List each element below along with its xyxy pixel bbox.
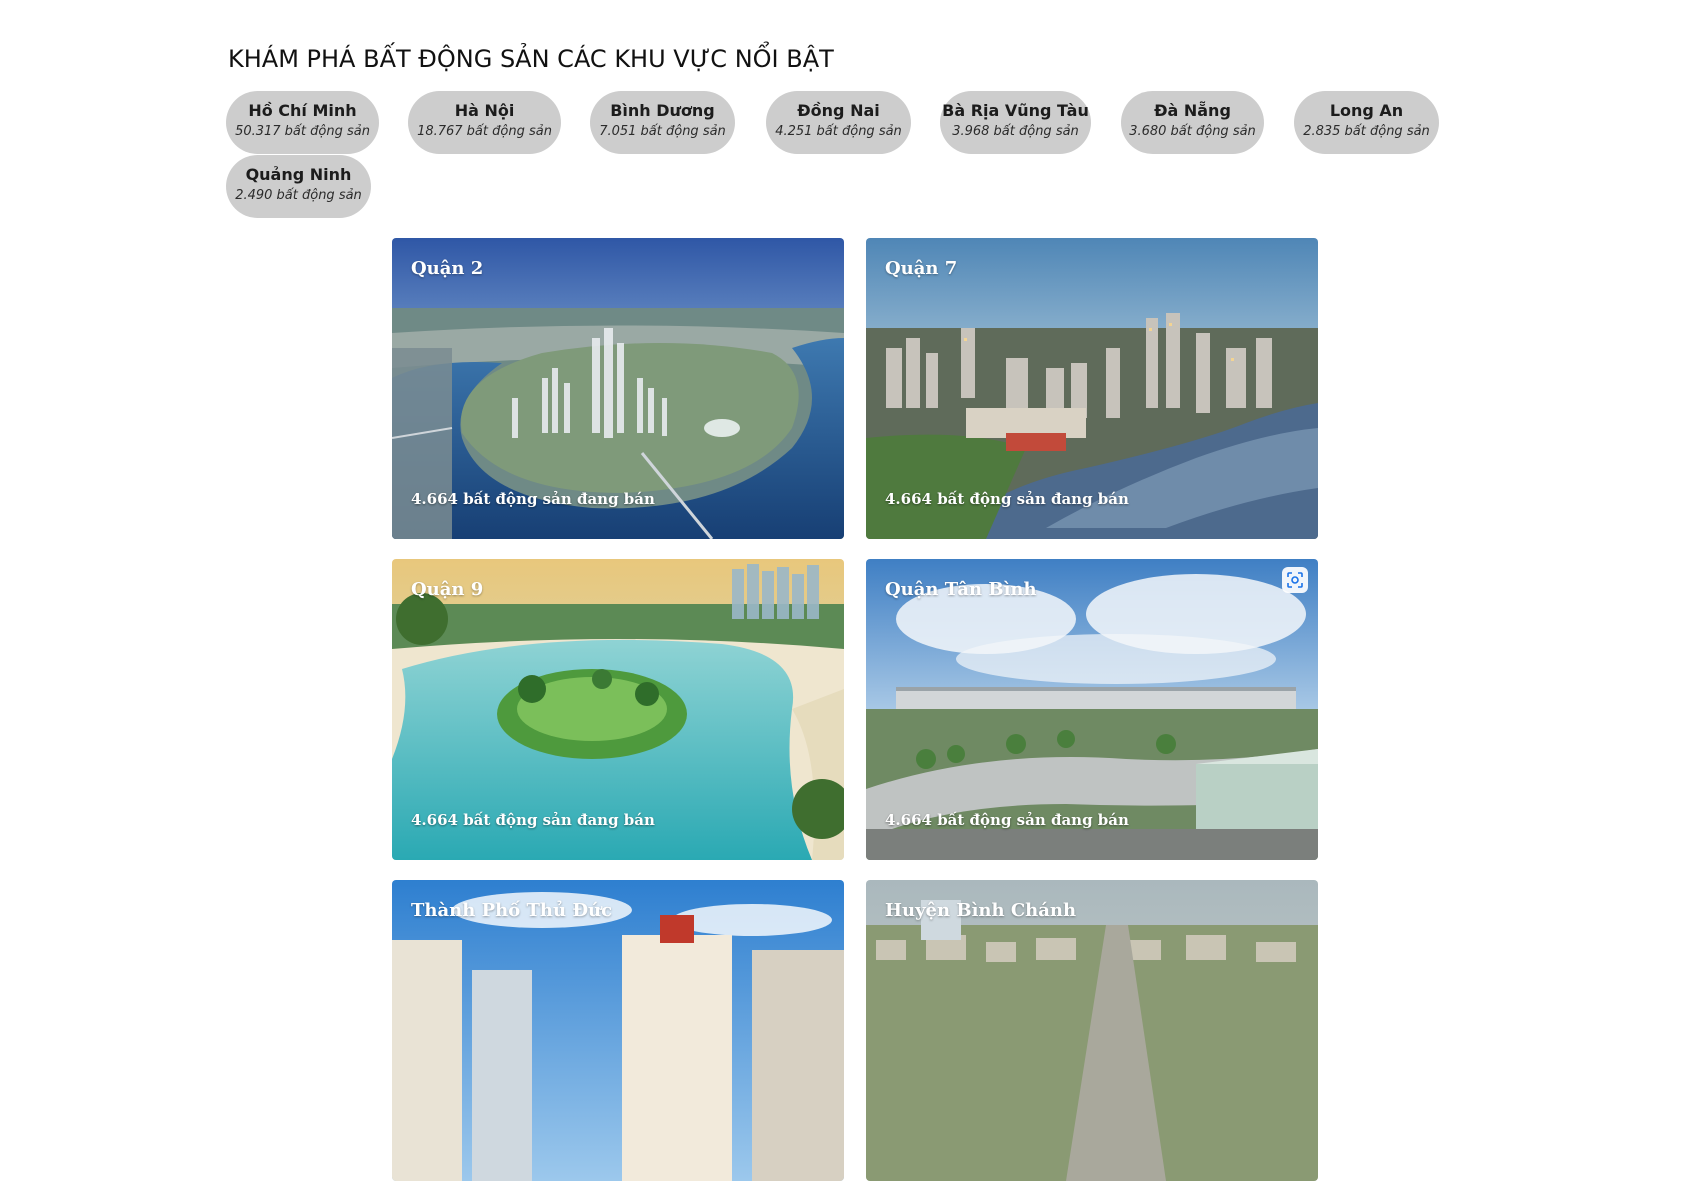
region-name: Bình Dương	[610, 101, 715, 120]
region-count: 7.051 bất động sản	[599, 124, 726, 139]
region-name: Quảng Ninh	[245, 165, 352, 184]
district-card-quan-7[interactable]: Quận 7 4.664 bất động sản đang bán	[866, 238, 1318, 539]
region-chip-long-an[interactable]: Long An 2.835 bất động sản	[1294, 91, 1439, 154]
district-card-quan-2[interactable]: Quận 2 4.664 bất động sản đang bán	[392, 238, 844, 539]
region-chip-binh-duong[interactable]: Bình Dương 7.051 bất động sản	[590, 91, 735, 154]
district-card-huyen-binh-chanh[interactable]: Huyện Bình Chánh	[866, 880, 1318, 1181]
region-name: Long An	[1329, 101, 1404, 120]
region-count: 4.251 bất động sản	[775, 124, 902, 139]
section-title: KHÁM PHÁ BẤT ĐỘNG SẢN CÁC KHU VỰC NỔI BẬ…	[228, 45, 834, 73]
district-card-thanh-pho-thu-duc[interactable]: Thành Phố Thủ Đức	[392, 880, 844, 1181]
district-listing-count: 4.664 bất động sản đang bán	[411, 490, 655, 508]
district-card-quan-tan-binh[interactable]: Quận Tân Bình 4.664 bất động sản đang bá…	[866, 559, 1318, 860]
region-name: Hà Nội	[454, 101, 515, 120]
region-chip-quang-ninh[interactable]: Quảng Ninh 2.490 bất động sản	[226, 155, 371, 218]
district-image	[392, 880, 844, 1181]
district-listing-count: 4.664 bất động sản đang bán	[885, 490, 1129, 508]
region-name: Bà Rịa Vũng Tàu	[942, 101, 1089, 120]
region-count: 18.767 bất động sản	[417, 124, 552, 139]
district-name: Quận Tân Bình	[885, 579, 1037, 600]
district-listing-count: 4.664 bất động sản đang bán	[411, 811, 655, 829]
region-chip-ho-chi-minh[interactable]: Hồ Chí Minh 50.317 bất động sản	[226, 91, 379, 154]
district-name: Quận 2	[411, 258, 484, 279]
region-count: 2.835 bất động sản	[1303, 124, 1430, 139]
district-listing-count: 4.664 bất động sản đang bán	[885, 811, 1129, 829]
district-name: Quận 7	[885, 258, 958, 279]
district-card-quan-9[interactable]: Quận 9 4.664 bất động sản đang bán	[392, 559, 844, 860]
region-count: 3.680 bất động sản	[1129, 124, 1256, 139]
visual-search-icon[interactable]	[1282, 567, 1308, 593]
district-name: Huyện Bình Chánh	[885, 900, 1077, 921]
region-chip-da-nang[interactable]: Đà Nẵng 3.680 bất động sản	[1121, 91, 1264, 154]
region-chip-dong-nai[interactable]: Đồng Nai 4.251 bất động sản	[766, 91, 911, 154]
region-count: 50.317 bất động sản	[235, 124, 370, 139]
region-name: Đồng Nai	[797, 101, 880, 120]
region-count: 3.968 bất động sản	[952, 124, 1079, 139]
page: KHÁM PHÁ BẤT ĐỘNG SẢN CÁC KHU VỰC NỔI BẬ…	[0, 0, 1699, 1181]
region-chip-ba-ria-vung-tau[interactable]: Bà Rịa Vũng Tàu 3.968 bất động sản	[940, 91, 1091, 154]
region-name: Đà Nẵng	[1154, 101, 1231, 120]
visual-search-icon-glyph	[1287, 572, 1303, 588]
district-image	[866, 880, 1318, 1181]
region-chip-ha-noi[interactable]: Hà Nội 18.767 bất động sản	[408, 91, 561, 154]
region-name: Hồ Chí Minh	[248, 101, 357, 120]
district-name: Quận 9	[411, 579, 484, 600]
region-count: 2.490 bất động sản	[235, 188, 362, 203]
district-name: Thành Phố Thủ Đức	[411, 900, 613, 921]
